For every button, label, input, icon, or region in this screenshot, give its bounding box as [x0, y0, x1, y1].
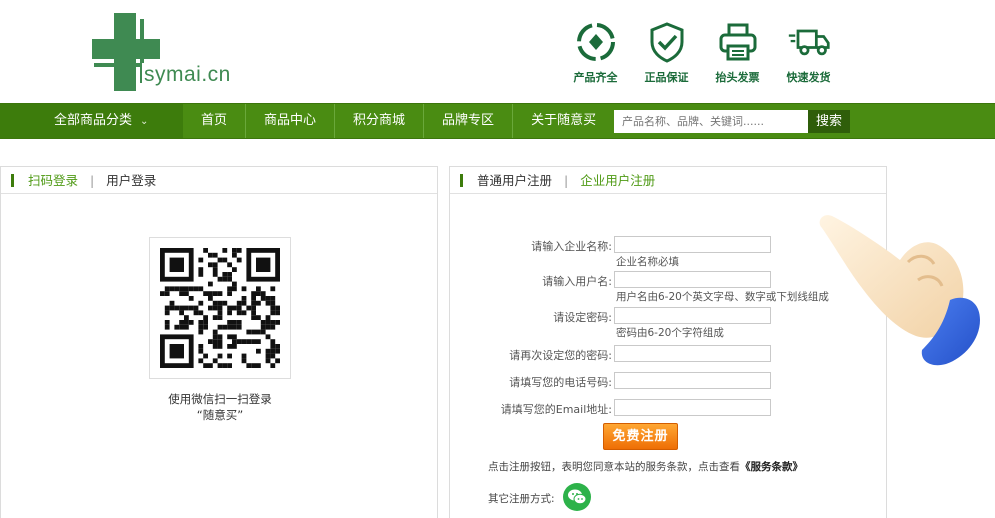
feature-fast-delivery: 快速发货 [773, 20, 844, 90]
terms-notice: 点击注册按钮，表明您同意本站的服务条款，点击查看《服务条款》 [488, 459, 803, 474]
login-panel: 扫码登录 | 用户登录 使用微信扫一扫登录 “随意买” [0, 166, 438, 518]
email-input[interactable] [614, 399, 771, 416]
nav-item-home[interactable]: 首页 [183, 104, 247, 138]
company-name-hint: 企业名称必填 [616, 256, 679, 268]
password-input[interactable] [614, 307, 771, 324]
feature-label: 产品齐全 [573, 71, 618, 84]
nav-links: 首页 商品中心 积分商城 品牌专区 关于随意买 [183, 104, 614, 138]
main-nav: 全部商品分类 ⌄ 首页 商品中心 积分商城 品牌专区 关于随意买 搜索 [0, 103, 995, 139]
company-name-label: 请输入企业名称: [531, 240, 612, 253]
password-confirm-label: 请再次设定您的密码: [509, 349, 612, 362]
tab-qr-login[interactable]: 扫码登录 [28, 173, 78, 188]
register-panel-header: 普通用户注册 | 企业用户注册 [450, 167, 886, 194]
password-confirm-input[interactable] [614, 345, 771, 362]
printer-icon [719, 23, 756, 61]
company-name-input[interactable] [614, 236, 771, 253]
logo-text: symai.cn [142, 63, 233, 87]
phone-label: 请填写您的电话号码: [509, 376, 612, 389]
search-button[interactable]: 搜索 [808, 110, 850, 133]
feature-list: 产品齐全 正品保证 抬头发票 快速发货 [560, 20, 844, 90]
qr-caption-line2: “随意买” [196, 408, 244, 422]
terms-link[interactable]: 《服务条款》 [740, 461, 803, 473]
terms-text: 点击注册按钮，表明您同意本站的服务条款，点击查看 [488, 461, 740, 473]
nav-item-products[interactable]: 商品中心 [246, 104, 336, 138]
site-logo[interactable]: symai.cn [92, 13, 233, 93]
recycle-icon [576, 23, 615, 61]
feature-full-range: 产品齐全 [560, 20, 631, 90]
header-accent-bar [11, 174, 14, 187]
username-label: 请输入用户名: [542, 275, 612, 288]
chevron-down-icon: ⌄ [140, 116, 149, 127]
phone-input[interactable] [614, 372, 771, 389]
nav-item-about[interactable]: 关于随意买 [513, 104, 614, 138]
nav-item-points-mall[interactable]: 积分商城 [335, 104, 425, 138]
logo-cross-horizontal [92, 39, 160, 59]
wechat-icon [568, 489, 587, 505]
tab-separator: | [90, 173, 95, 188]
delivery-truck-icon [788, 29, 830, 56]
wechat-register-button[interactable] [563, 483, 591, 511]
pointing-hand-icon [819, 215, 980, 366]
header-accent-bar [460, 174, 463, 187]
phone-row: 请填写您的电话号码: [450, 372, 888, 390]
tab-separator: | [564, 173, 569, 188]
search-input[interactable] [614, 110, 808, 133]
tab-user-login[interactable]: 用户登录 [106, 173, 156, 188]
password-label: 请设定密码: [553, 311, 612, 324]
shield-check-icon [650, 22, 683, 63]
other-register-methods-label: 其它注册方式: [488, 493, 555, 505]
all-categories-label: 全部商品分类 [54, 113, 133, 128]
site-header: symai.cn 产品齐全 正品保证 抬头发票 快速发货 [0, 0, 995, 103]
login-panel-header: 扫码登录 | 用户登录 [1, 167, 437, 194]
password-hint: 密码由6-20个字符组成 [616, 327, 724, 339]
feature-label: 正品保证 [644, 71, 689, 84]
all-categories-menu[interactable]: 全部商品分类 ⌄ [0, 104, 183, 138]
feature-label: 快速发货 [786, 71, 831, 84]
feature-invoice: 抬头发票 [702, 20, 773, 90]
qr-code-image [160, 248, 280, 368]
tab-enterprise-register[interactable]: 企业用户注册 [580, 173, 655, 188]
email-row: 请填写您的Email地址: [450, 399, 888, 417]
qr-caption-line1: 使用微信扫一扫登录 [168, 392, 272, 406]
wechat-qr-code [149, 237, 291, 379]
username-hint: 用户名由6-20个英文字母、数字或下划线组成 [616, 291, 829, 303]
feature-label: 抬头发票 [715, 71, 760, 84]
email-label: 请填写您的Email地址: [500, 403, 612, 416]
free-register-button[interactable]: 免费注册 [603, 423, 678, 450]
nav-item-brands[interactable]: 品牌专区 [424, 104, 514, 138]
tab-normal-register[interactable]: 普通用户注册 [477, 173, 552, 188]
feature-genuine: 正品保证 [631, 20, 702, 90]
username-input[interactable] [614, 271, 771, 288]
